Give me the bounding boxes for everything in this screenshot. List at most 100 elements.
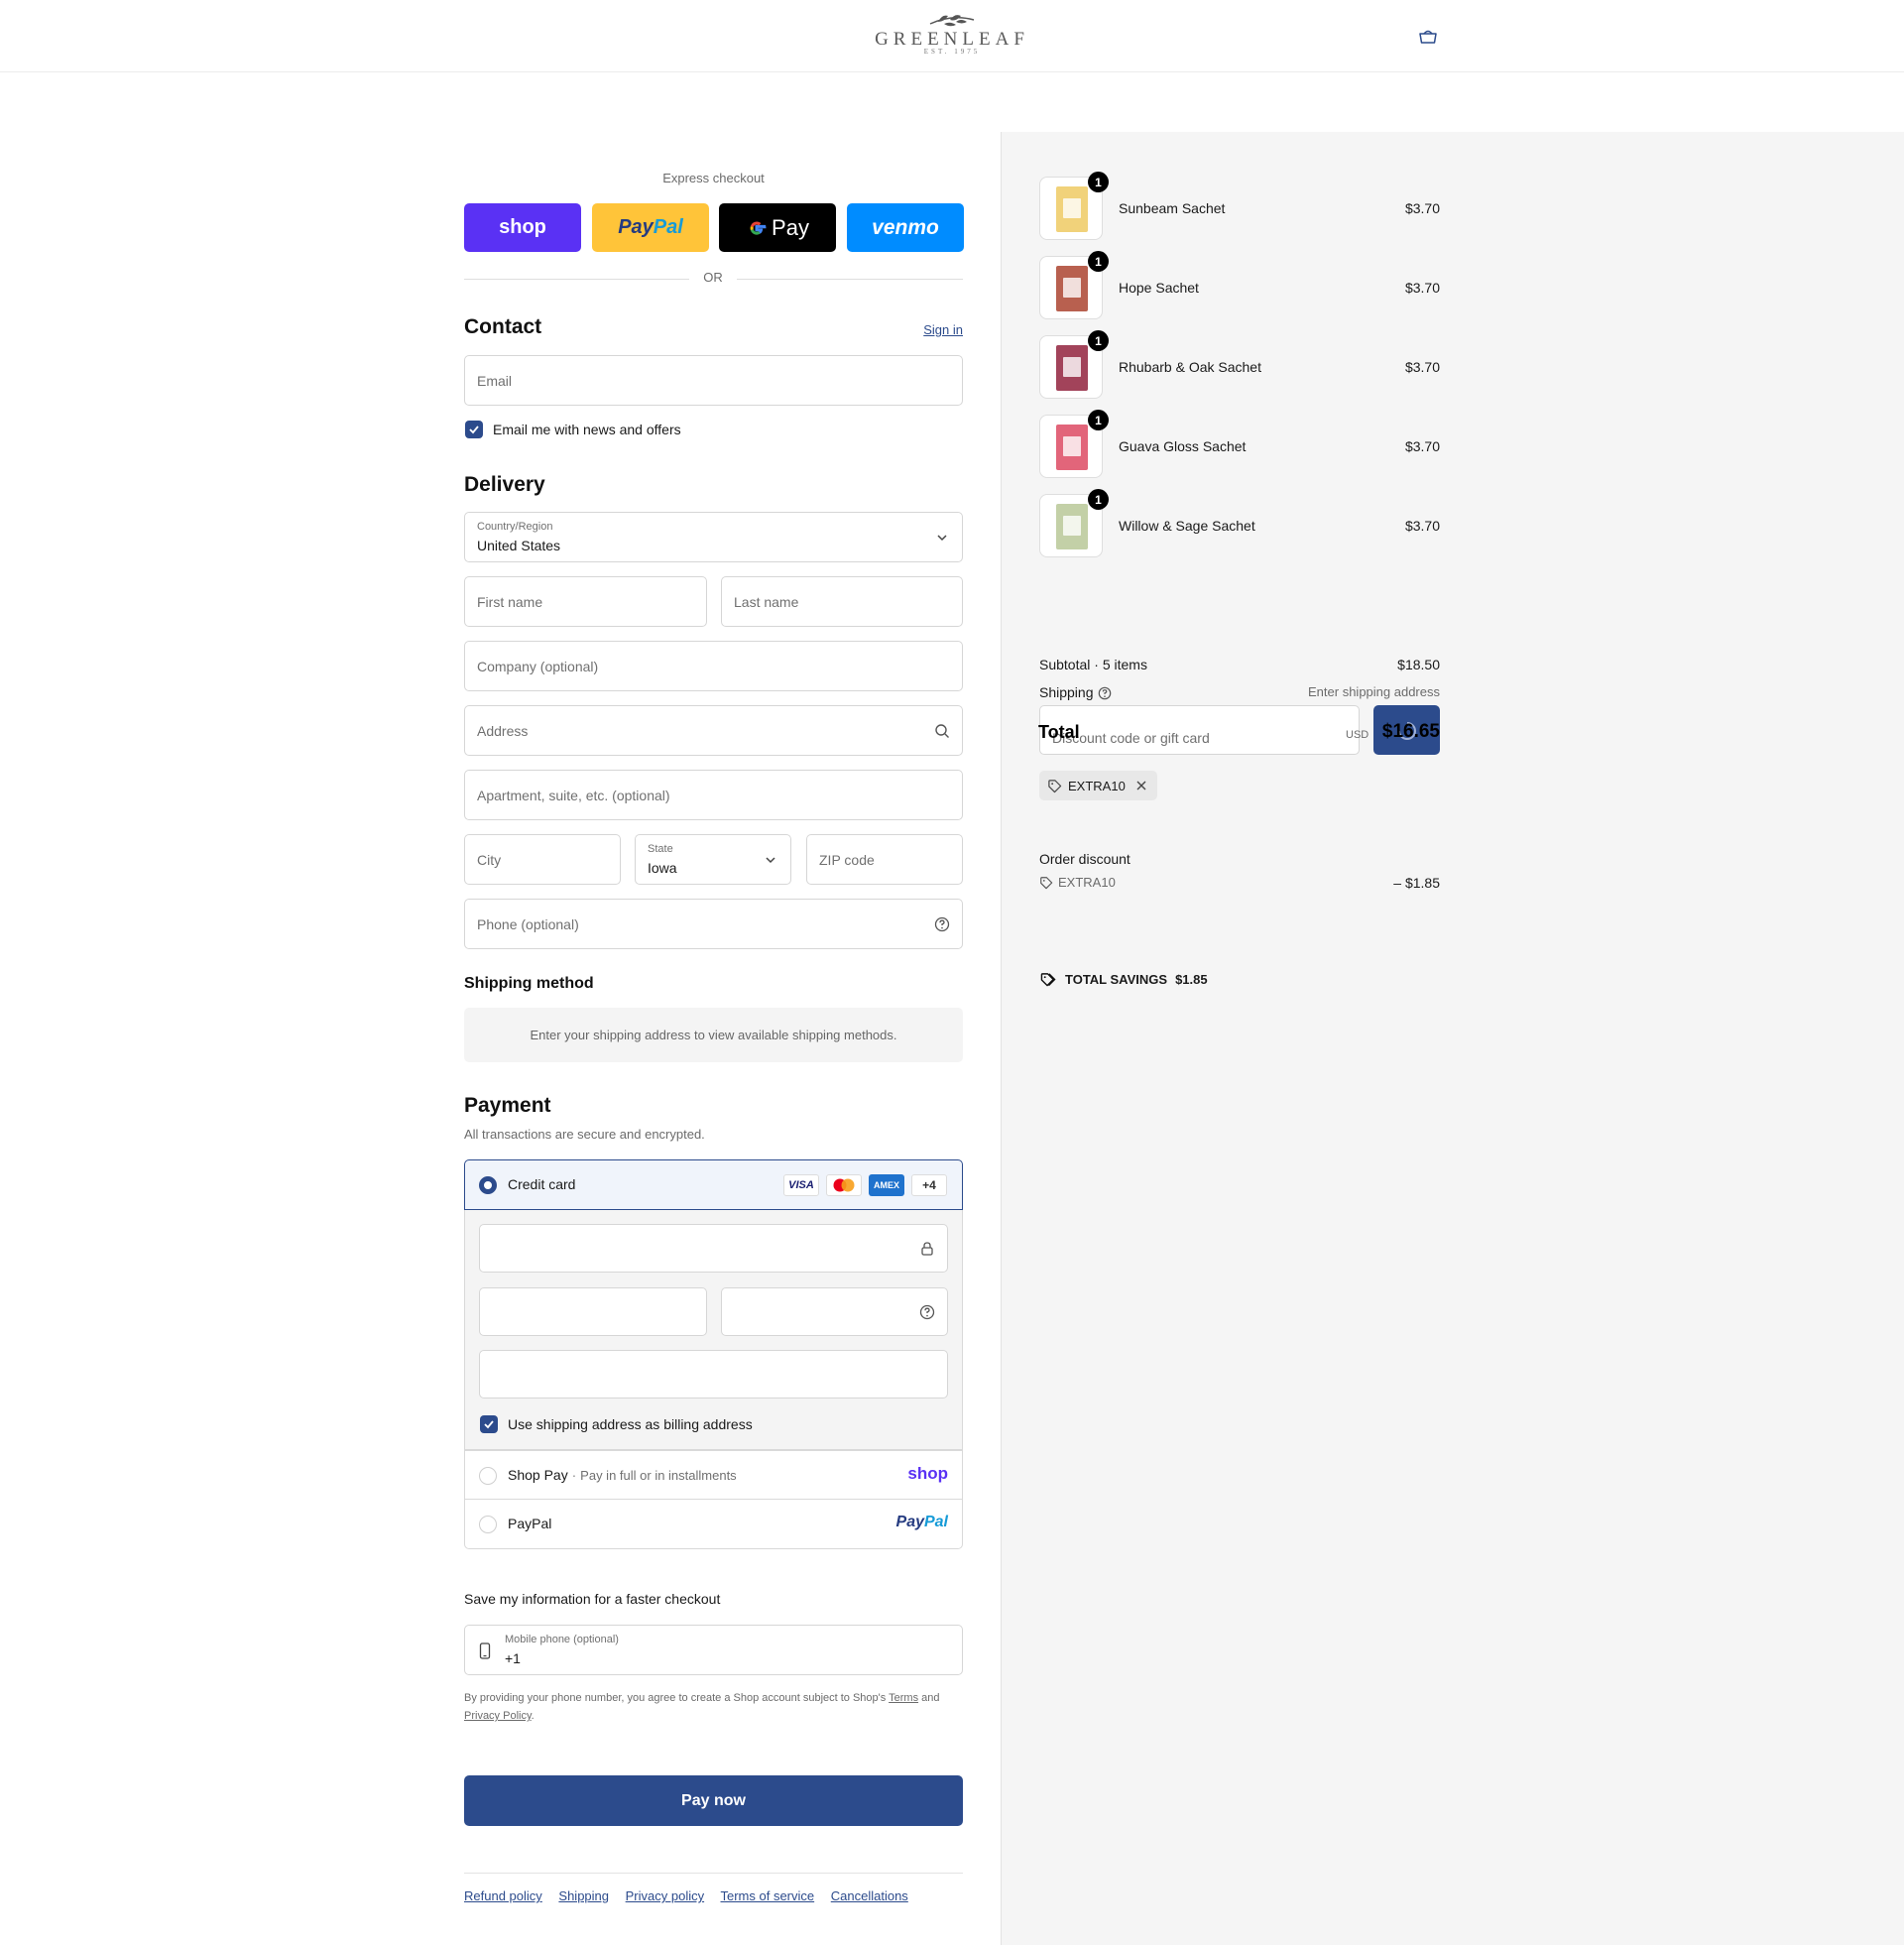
apartment-field[interactable]: Apartment, suite, etc. (optional) — [464, 770, 963, 820]
state-label: State — [648, 843, 673, 855]
terms-link[interactable]: Terms — [889, 1692, 918, 1704]
refund-policy-link[interactable]: Refund policy — [464, 1888, 542, 1903]
total-value: $16.65 — [1381, 721, 1440, 742]
paypal-label: PayPal — [508, 1516, 552, 1531]
shipping-value: Enter shipping address — [1308, 684, 1440, 699]
shopping-bag-icon[interactable] — [1418, 28, 1438, 46]
google-pay-label: Pay — [772, 214, 809, 240]
payment-subtitle: All transactions are secure and encrypte… — [464, 1127, 705, 1142]
mobile-phone-label: Mobile phone (optional) — [505, 1634, 619, 1645]
shop-pay-logo: shop — [907, 1464, 948, 1483]
pay-now-button[interactable]: Pay now — [464, 1775, 963, 1826]
paypal-logo-b: Pal — [923, 1514, 948, 1530]
quantity-badge: 1 — [1088, 330, 1109, 351]
name-on-card-field[interactable] — [479, 1350, 948, 1398]
last-name-field[interactable]: Last name — [721, 576, 963, 627]
paypal-radio[interactable] — [479, 1516, 497, 1533]
sign-in-link[interactable]: Sign in — [892, 322, 963, 337]
company-placeholder: Company (optional) — [477, 658, 599, 674]
billing-address-label: Use shipping address as billing address — [508, 1416, 753, 1432]
email-placeholder: Email — [477, 372, 513, 389]
quantity-badge: 1 — [1088, 410, 1109, 430]
shop-pay-label-wrap: Shop Pay · Pay in full or in installment… — [508, 1467, 737, 1483]
order-discount-code: EXTRA10 — [1058, 875, 1116, 890]
visa-label: VISA — [788, 1179, 814, 1191]
address-placeholder: Address — [477, 722, 529, 739]
mastercard-circles — [833, 1178, 855, 1192]
discount-code-field[interactable]: Discount code or gift card — [1039, 705, 1360, 755]
brand-logo[interactable]: GREENLEAF EST. 1975 — [861, 12, 1043, 60]
city-field[interactable]: City — [464, 834, 621, 885]
save-info-title: Save my information for a faster checkou… — [464, 1591, 721, 1607]
google-pay-express-button[interactable]: Pay — [719, 203, 836, 252]
first-name-field[interactable]: First name — [464, 576, 707, 627]
apartment-placeholder: Apartment, suite, etc. (optional) — [477, 787, 670, 803]
subtotal-value: $18.50 — [1397, 657, 1440, 672]
tags-icon — [1040, 973, 1056, 987]
total-savings-label: TOTAL SAVINGS — [1065, 972, 1168, 987]
card-number-field[interactable] — [479, 1224, 948, 1273]
shipping-method-message: Enter your shipping address to view avai… — [530, 1028, 897, 1042]
contact-title: Contact — [464, 315, 542, 338]
address-field[interactable]: Address — [464, 705, 963, 756]
security-code-field[interactable] — [721, 1287, 948, 1336]
google-g-icon — [750, 220, 767, 235]
product-name: Guava Gloss Sachet — [1119, 438, 1247, 454]
company-field[interactable]: Company (optional) — [464, 641, 963, 691]
expiration-field[interactable] — [479, 1287, 707, 1336]
shipping-policy-link[interactable]: Shipping — [558, 1888, 609, 1903]
city-placeholder: City — [477, 851, 502, 868]
product-pack-image — [1056, 425, 1088, 470]
paypal-logo-part-b: Pal — [653, 216, 683, 238]
quantity-badge: 1 — [1088, 489, 1109, 510]
paypal-option[interactable]: PayPal PayPal — [464, 1500, 963, 1549]
quantity-badge: 1 — [1088, 251, 1109, 272]
product-price: $3.70 — [1404, 200, 1440, 216]
country-select[interactable]: Country/Region United States — [464, 512, 963, 562]
product-pack-image — [1056, 345, 1088, 391]
help-circle-icon[interactable] — [1098, 686, 1112, 700]
privacy-policy-link[interactable]: Privacy Policy — [464, 1710, 532, 1722]
country-label: Country/Region — [477, 521, 553, 533]
or-divider-label: OR — [703, 270, 723, 285]
terms-of-service-link[interactable]: Terms of service — [721, 1888, 815, 1903]
phone-field[interactable]: Phone (optional) — [464, 899, 963, 949]
order-summary-panel — [1001, 132, 1904, 1945]
product-pack-image — [1056, 504, 1088, 549]
more-cards-label: +4 — [922, 1178, 936, 1192]
footer-links: Refund policy Shipping Privacy policy Te… — [464, 1888, 921, 1903]
product-name: Sunbeam Sachet — [1119, 200, 1226, 216]
search-icon — [935, 723, 949, 738]
shop-pay-logo: shop — [499, 216, 546, 238]
credit-card-label: Credit card — [508, 1176, 576, 1192]
shop-pay-radio[interactable] — [479, 1467, 497, 1485]
total-label: Total — [1038, 722, 1080, 742]
email-field[interactable]: Email — [464, 355, 963, 406]
tag-icon — [1048, 779, 1062, 792]
total-savings-value: $1.85 — [1175, 972, 1208, 987]
close-icon[interactable] — [1135, 780, 1147, 791]
total-savings-row: TOTAL SAVINGS $1.85 — [1039, 972, 1208, 987]
cancellations-link[interactable]: Cancellations — [831, 1888, 908, 1903]
state-select[interactable]: State Iowa — [635, 834, 791, 885]
chevron-down-icon — [937, 534, 947, 541]
mobile-phone-field[interactable]: Mobile phone (optional) +1 — [464, 1625, 963, 1675]
newsletter-checkbox[interactable] — [465, 421, 483, 438]
credit-card-option[interactable]: Credit card VISA AMEX +4 — [464, 1159, 963, 1210]
privacy-policy-footer-link[interactable]: Privacy policy — [626, 1888, 704, 1903]
first-name-placeholder: First name — [477, 593, 543, 610]
help-circle-icon[interactable] — [934, 916, 950, 932]
order-discount-value: – $1.85 — [1393, 875, 1440, 891]
billing-address-checkbox[interactable] — [480, 1415, 498, 1433]
shop-pay-express-button[interactable]: shop — [464, 203, 581, 252]
brand-name: GREENLEAF — [875, 29, 1029, 50]
shop-pay-option[interactable]: Shop Pay · Pay in full or in installment… — [464, 1450, 963, 1500]
payment-title: Payment — [464, 1094, 551, 1117]
check-icon — [484, 1420, 494, 1429]
paypal-express-button[interactable]: Pay Pal — [592, 203, 709, 252]
credit-card-radio[interactable] — [479, 1176, 497, 1194]
venmo-express-button[interactable]: venmo — [847, 203, 964, 252]
venmo-logo: venmo — [872, 215, 939, 239]
zip-field[interactable]: ZIP code — [806, 834, 963, 885]
help-circle-icon[interactable] — [919, 1304, 935, 1320]
